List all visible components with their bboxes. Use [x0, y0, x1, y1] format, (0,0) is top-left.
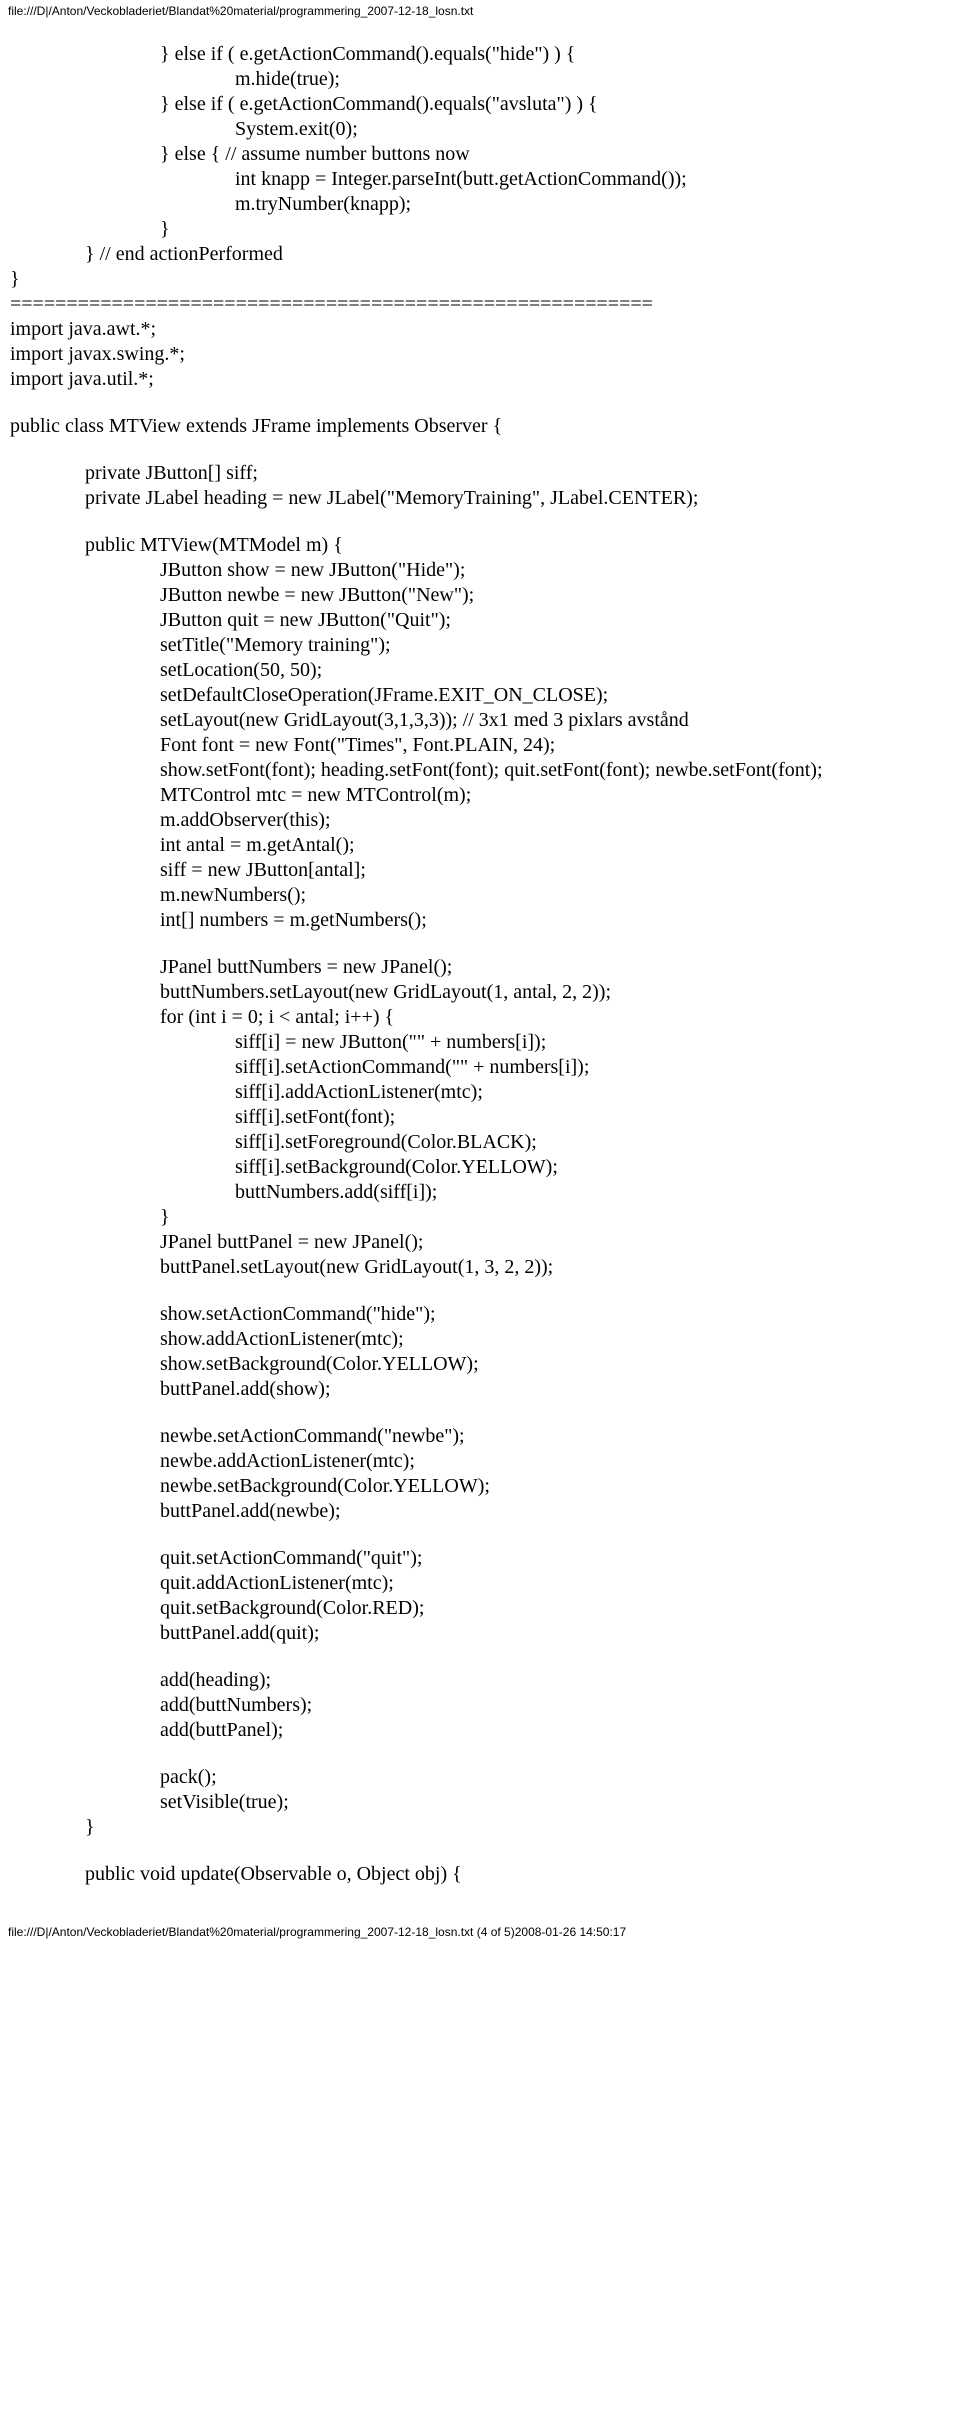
code-line: import java.awt.*;: [10, 317, 950, 342]
code-line: setTitle("Memory training");: [10, 633, 950, 658]
code-line: setLocation(50, 50);: [10, 658, 950, 683]
code-line: show.addActionListener(mtc);: [10, 1327, 950, 1352]
code-line: buttPanel.add(show);: [10, 1377, 950, 1402]
code-line: JButton show = new JButton("Hide");: [10, 558, 950, 583]
code-line: public void update(Observable o, Object …: [10, 1862, 950, 1887]
code-line: siff = new JButton[antal];: [10, 858, 950, 883]
code-line: siff[i].setBackground(Color.YELLOW);: [10, 1155, 950, 1180]
code-line: int knapp = Integer.parseInt(butt.getAct…: [10, 167, 950, 192]
code-line: setVisible(true);: [10, 1790, 950, 1815]
code-line: buttPanel.setLayout(new GridLayout(1, 3,…: [10, 1255, 950, 1280]
code-line: buttPanel.add(quit);: [10, 1621, 950, 1646]
file-path-header: file:///D|/Anton/Veckobladeriet/Blandat%…: [0, 0, 960, 22]
code-line: m.addObserver(this);: [10, 808, 950, 833]
code-line: } else if ( e.getActionCommand().equals(…: [10, 92, 950, 117]
code-line: private JLabel heading = new JLabel("Mem…: [10, 486, 950, 511]
code-line: quit.setActionCommand("quit");: [10, 1546, 950, 1571]
code-line: siff[i].setForeground(Color.BLACK);: [10, 1130, 950, 1155]
code-line: quit.setBackground(Color.RED);: [10, 1596, 950, 1621]
code-line: JButton newbe = new JButton("New");: [10, 583, 950, 608]
code-line: buttNumbers.setLayout(new GridLayout(1, …: [10, 980, 950, 1005]
code-line: import javax.swing.*;: [10, 342, 950, 367]
code-line: show.setFont(font); heading.setFont(font…: [10, 758, 950, 783]
code-line: add(buttNumbers);: [10, 1693, 950, 1718]
code-line: int antal = m.getAntal();: [10, 833, 950, 858]
code-line: MTControl mtc = new MTControl(m);: [10, 783, 950, 808]
code-line: } else { // assume number buttons now: [10, 142, 950, 167]
code-line: siff[i].setFont(font);: [10, 1105, 950, 1130]
code-line: add(buttPanel);: [10, 1718, 950, 1743]
code-line: pack();: [10, 1765, 950, 1790]
code-line: newbe.setActionCommand("newbe");: [10, 1424, 950, 1449]
code-line: m.tryNumber(knapp);: [10, 192, 950, 217]
code-line: }: [10, 1815, 950, 1840]
code-line: ========================================…: [10, 292, 950, 317]
code-line: private JButton[] siff;: [10, 461, 950, 486]
code-line: siff[i] = new JButton("" + numbers[i]);: [10, 1030, 950, 1055]
code-line: m.newNumbers();: [10, 883, 950, 908]
code-line: for (int i = 0; i < antal; i++) {: [10, 1005, 950, 1030]
code-line: add(heading);: [10, 1668, 950, 1693]
code-line: buttPanel.add(newbe);: [10, 1499, 950, 1524]
code-line: import java.util.*;: [10, 367, 950, 392]
file-path-footer: file:///D|/Anton/Veckobladeriet/Blandat%…: [0, 1921, 960, 1943]
code-line: JPanel buttNumbers = new JPanel();: [10, 955, 950, 980]
code-line: m.hide(true);: [10, 67, 950, 92]
code-line: siff[i].setActionCommand("" + numbers[i]…: [10, 1055, 950, 1080]
code-line: } // end actionPerformed: [10, 242, 950, 267]
code-line: show.setActionCommand("hide");: [10, 1302, 950, 1327]
code-line: }: [10, 267, 950, 292]
code-content: } else if ( e.getActionCommand().equals(…: [0, 22, 960, 1921]
code-line: newbe.addActionListener(mtc);: [10, 1449, 950, 1474]
code-line: int[] numbers = m.getNumbers();: [10, 908, 950, 933]
code-line: }: [10, 217, 950, 242]
code-line: JPanel buttPanel = new JPanel();: [10, 1230, 950, 1255]
code-line: quit.addActionListener(mtc);: [10, 1571, 950, 1596]
code-line: newbe.setBackground(Color.YELLOW);: [10, 1474, 950, 1499]
code-line: buttNumbers.add(siff[i]);: [10, 1180, 950, 1205]
code-line: public class MTView extends JFrame imple…: [10, 414, 950, 439]
code-line: public MTView(MTModel m) {: [10, 533, 950, 558]
code-line: siff[i].addActionListener(mtc);: [10, 1080, 950, 1105]
code-line: setDefaultCloseOperation(JFrame.EXIT_ON_…: [10, 683, 950, 708]
code-line: Font font = new Font("Times", Font.PLAIN…: [10, 733, 950, 758]
code-line: JButton quit = new JButton("Quit");: [10, 608, 950, 633]
code-line: System.exit(0);: [10, 117, 950, 142]
code-line: } else if ( e.getActionCommand().equals(…: [10, 42, 950, 67]
code-line: setLayout(new GridLayout(3,1,3,3)); // 3…: [10, 708, 950, 733]
code-line: show.setBackground(Color.YELLOW);: [10, 1352, 950, 1377]
code-line: }: [10, 1205, 950, 1230]
